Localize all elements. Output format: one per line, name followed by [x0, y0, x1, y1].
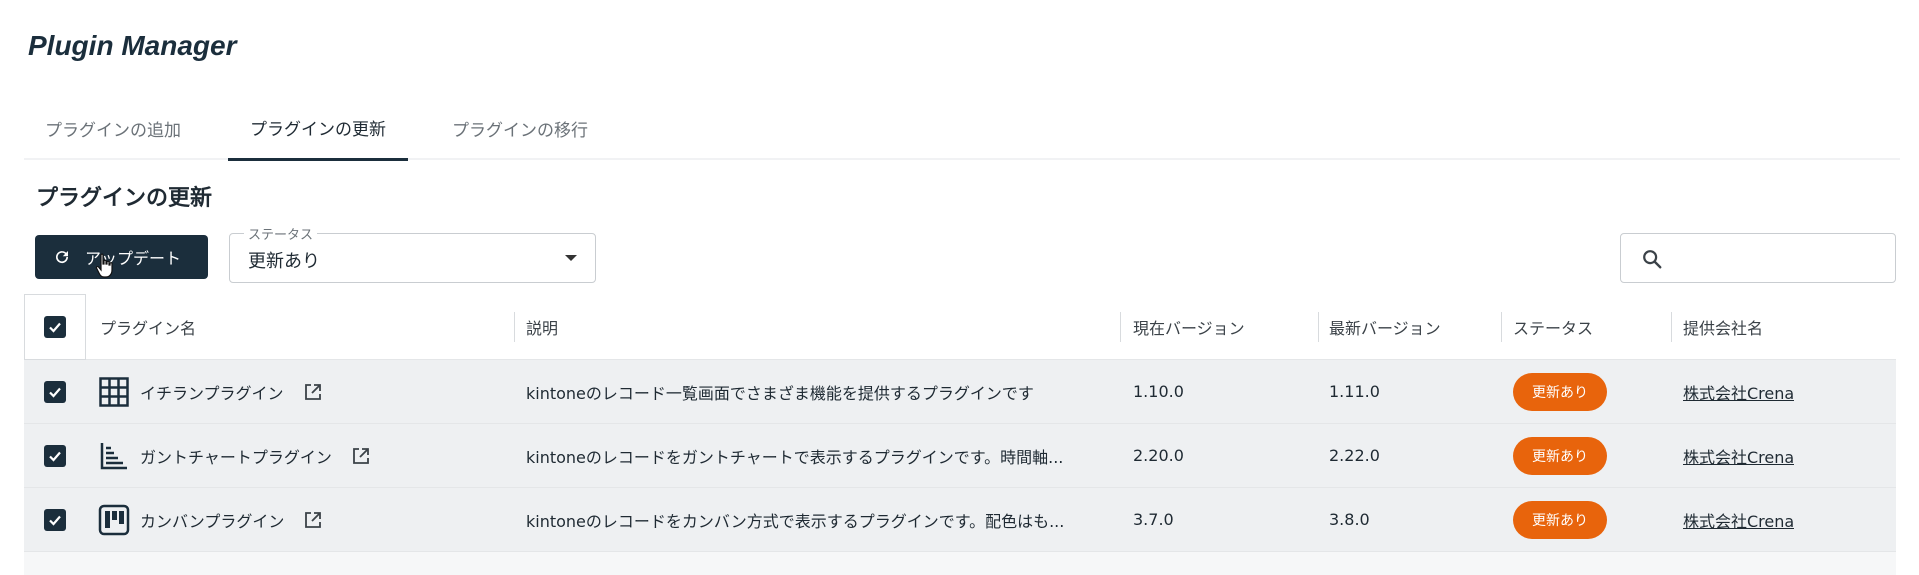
- status-filter-value: 更新あり: [248, 251, 320, 272]
- tab-add-plugin[interactable]: プラグインの追加: [24, 96, 202, 160]
- plugin-name-cell: イチランプラグイン: [98, 360, 322, 423]
- plugin-table: プラグイン名 説明 現在バージョン 最新バージョン ステータス 提供会社名 イチ…: [24, 294, 1896, 552]
- header-vendor[interactable]: 提供会社名: [1683, 294, 1763, 359]
- search-icon: [1643, 250, 1662, 269]
- table-header-row: プラグイン名 説明 現在バージョン 最新バージョン ステータス 提供会社名: [24, 294, 1896, 360]
- status-cell: 更新あり: [1513, 360, 1607, 423]
- gantt-icon: [98, 440, 130, 472]
- check-icon: [49, 322, 61, 333]
- status-badge: 更新あり: [1513, 436, 1607, 475]
- column-divider: [1501, 312, 1502, 342]
- latest-version: 2.22.0: [1329, 446, 1380, 465]
- column-divider: [1318, 312, 1319, 342]
- external-link-icon[interactable]: [352, 447, 370, 465]
- tab-update-plugin[interactable]: プラグインの更新: [228, 96, 408, 161]
- column-divider: [1671, 312, 1672, 342]
- select-all-cell: [24, 294, 86, 360]
- table-row[interactable]: ガントチャートプラグイン kintoneのレコードをガントチャートで表示するプラ…: [24, 424, 1896, 488]
- check-icon: [49, 515, 61, 526]
- grid-icon: [98, 376, 130, 408]
- header-status[interactable]: ステータス: [1513, 294, 1593, 359]
- refresh-icon: [56, 251, 69, 264]
- table-row[interactable]: カンバンプラグイン kintoneのレコードをカンバン方式で表示するプラグインで…: [24, 488, 1896, 552]
- current-version: 3.7.0: [1133, 510, 1174, 529]
- plugin-name: ガントチャートプラグイン: [140, 447, 332, 467]
- status-badge: 更新あり: [1513, 372, 1607, 411]
- table-footer: [24, 552, 1896, 575]
- external-link-icon[interactable]: [304, 511, 322, 529]
- update-button[interactable]: アップデート: [35, 235, 208, 279]
- column-divider: [514, 312, 515, 342]
- header-current-version[interactable]: 現在バージョン: [1133, 294, 1245, 359]
- header-plugin-name[interactable]: プラグイン名: [100, 294, 196, 359]
- tab-bar: プラグインの追加 プラグインの更新 プラグインの移行: [24, 96, 1900, 161]
- row-checkbox-cell: [44, 424, 66, 487]
- table-row[interactable]: イチランプラグイン kintoneのレコード一覧画面でさまざま機能を提供するプラ…: [24, 360, 1896, 424]
- app-title: Plugin Manager: [28, 30, 237, 61]
- plugin-name-cell: カンバンプラグイン: [98, 488, 322, 551]
- plugin-description: kintoneのレコードをカンバン方式で表示するプラグインです。配色はも...: [526, 511, 1065, 531]
- vendor-link[interactable]: 株式会社Crena: [1683, 508, 1794, 532]
- status-filter-select[interactable]: ステータス 更新あり: [229, 224, 596, 283]
- plugin-name: カンバンプラグイン: [140, 511, 285, 531]
- current-version: 1.10.0: [1133, 382, 1184, 401]
- row-checkbox[interactable]: [44, 508, 66, 531]
- row-checkbox[interactable]: [44, 444, 66, 467]
- check-icon: [49, 387, 61, 398]
- section-title: プラグインの更新: [36, 186, 213, 211]
- vendor-link[interactable]: 株式会社Crena: [1683, 380, 1794, 404]
- caret-down-icon: [565, 255, 577, 261]
- header-description[interactable]: 説明: [526, 294, 558, 359]
- row-checkbox-cell: [44, 488, 66, 551]
- hand-cursor-icon: [94, 253, 116, 283]
- kanban-icon: [98, 504, 130, 536]
- plugin-description: kintoneのレコードをガントチャートで表示するプラグインです。時間軸...: [526, 447, 1064, 467]
- vendor-cell: 株式会社Crena: [1683, 488, 1794, 551]
- vendor-link[interactable]: 株式会社Crena: [1683, 444, 1794, 468]
- external-link-icon[interactable]: [304, 383, 322, 401]
- current-version: 2.20.0: [1133, 446, 1184, 465]
- row-checkbox-cell: [44, 360, 66, 423]
- plugin-name: イチランプラグイン: [140, 383, 284, 403]
- status-filter-label: ステータス: [244, 224, 318, 243]
- latest-version: 1.11.0: [1329, 382, 1380, 401]
- status-badge: 更新あり: [1513, 500, 1607, 539]
- tab-migrate-plugin[interactable]: プラグインの移行: [430, 96, 610, 160]
- status-cell: 更新あり: [1513, 424, 1607, 487]
- vendor-cell: 株式会社Crena: [1683, 424, 1794, 487]
- plugin-description: kintoneのレコード一覧画面でさまざま機能を提供するプラグインです: [526, 383, 1034, 403]
- latest-version: 3.8.0: [1329, 510, 1370, 529]
- search-input[interactable]: [1620, 233, 1896, 283]
- header-latest-version[interactable]: 最新バージョン: [1329, 294, 1441, 359]
- check-icon: [49, 451, 61, 462]
- status-cell: 更新あり: [1513, 488, 1607, 551]
- plugin-name-cell: ガントチャートプラグイン: [98, 424, 370, 487]
- column-divider: [1120, 312, 1121, 342]
- vendor-cell: 株式会社Crena: [1683, 360, 1794, 423]
- row-checkbox[interactable]: [44, 380, 66, 403]
- select-all-checkbox[interactable]: [44, 316, 66, 338]
